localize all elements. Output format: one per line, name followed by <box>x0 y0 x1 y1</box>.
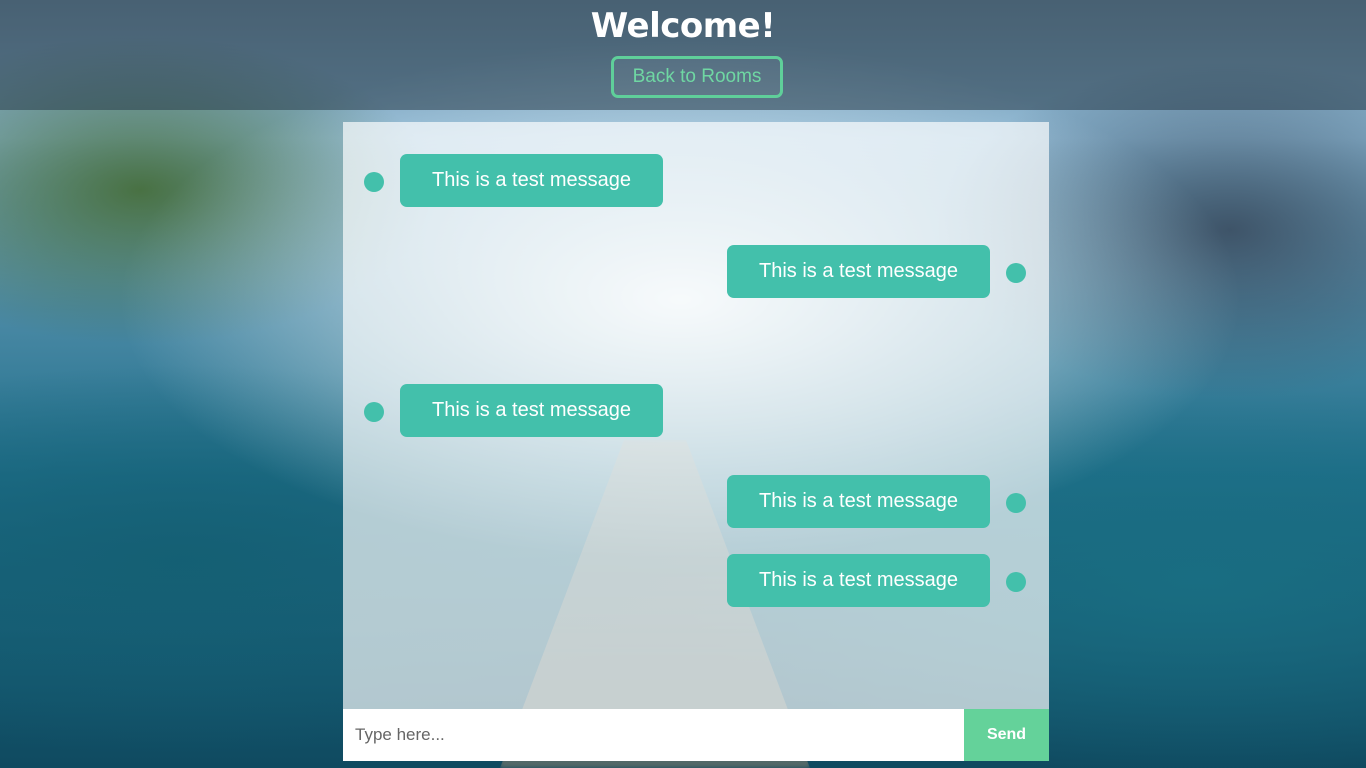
send-button[interactable]: Send <box>964 709 1049 761</box>
message-avatar-dot <box>1006 572 1026 592</box>
page-title: Welcome! <box>590 6 776 46</box>
header-bar: Welcome! Back to Rooms <box>0 0 1366 110</box>
message-bubble: This is a test message <box>727 554 990 607</box>
message-bubble: This is a test message <box>727 475 990 528</box>
chat-panel: This is a test message This is a test me… <box>343 122 1049 710</box>
back-to-rooms-button[interactable]: Back to Rooms <box>611 56 783 98</box>
message-bubble: This is a test message <box>400 154 663 207</box>
message-bubble: This is a test message <box>727 245 990 298</box>
message-avatar-dot <box>364 172 384 192</box>
message-composer: Send <box>343 709 1049 761</box>
message-avatar-dot <box>1006 263 1026 283</box>
message-avatar-dot <box>364 402 384 422</box>
message-input[interactable] <box>343 709 964 761</box>
message-bubble: This is a test message <box>400 384 663 437</box>
message-avatar-dot <box>1006 493 1026 513</box>
